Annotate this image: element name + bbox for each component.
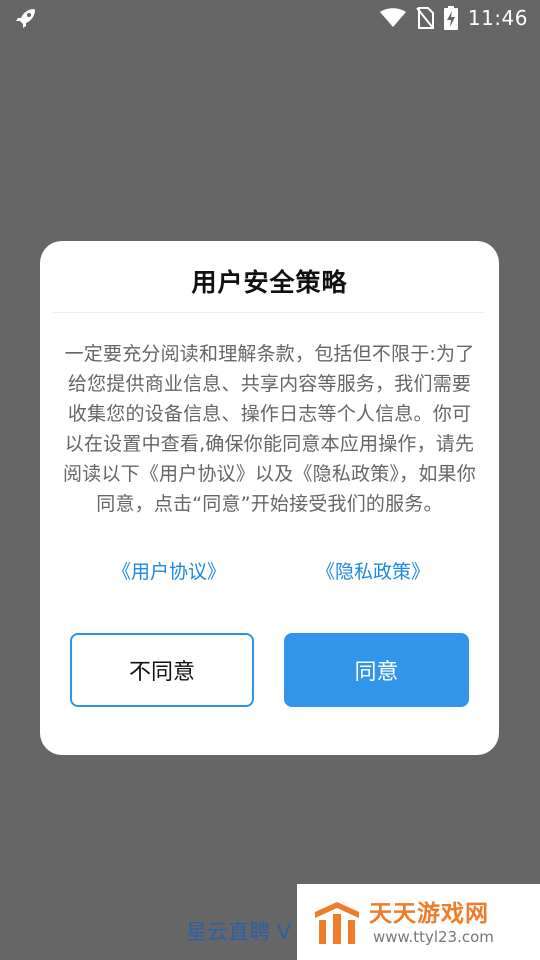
status-bar: 11:46 bbox=[0, 0, 540, 36]
disagree-button[interactable]: 不同意 bbox=[70, 633, 254, 707]
app-name: 星云直聘 V bbox=[186, 920, 292, 944]
dialog-divider bbox=[53, 312, 484, 313]
dialog-body-text: 一定要充分阅读和理解条款，包括但不限于:为了给您提供商业信息、共享内容等服务，我… bbox=[63, 343, 476, 515]
agree-button[interactable]: 同意 bbox=[284, 633, 469, 707]
policy-links: 《用户协议》 《隐私政策》 bbox=[40, 557, 499, 587]
wifi-icon bbox=[379, 8, 406, 28]
watermark-logo-icon bbox=[311, 898, 363, 946]
dialog-title: 用户安全策略 bbox=[191, 268, 348, 297]
no-sim-icon bbox=[416, 7, 434, 29]
user-agreement-link[interactable]: 《用户协议》 bbox=[112, 557, 226, 584]
watermark-url: www.ttyl23.com bbox=[373, 928, 494, 946]
status-icons: 11:46 bbox=[379, 0, 528, 36]
watermark-title: 天天游戏网 bbox=[369, 901, 489, 927]
battery-charging-icon bbox=[443, 6, 458, 30]
privacy-policy-link[interactable]: 《隐私政策》 bbox=[316, 557, 430, 584]
status-clock: 11:46 bbox=[467, 6, 528, 30]
watermark: 天天游戏网 www.ttyl23.com bbox=[297, 884, 540, 960]
rocket-icon bbox=[14, 6, 38, 30]
privacy-dialog: 用户安全策略 一定要充分阅读和理解条款，包括但不限于:为了给您提供商业信息、共享… bbox=[40, 241, 499, 755]
